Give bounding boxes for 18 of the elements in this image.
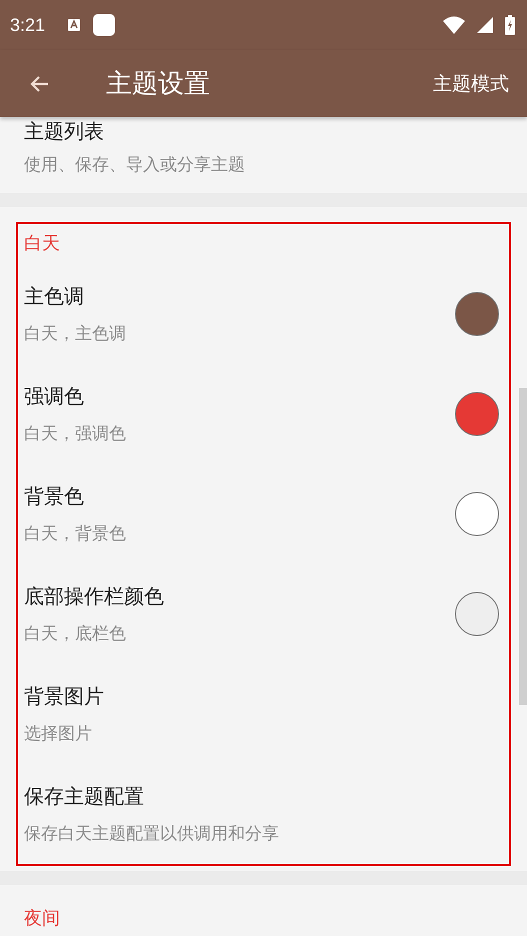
theme-mode-button[interactable]: 主题模式	[433, 66, 509, 100]
settings-item[interactable]: 背景色 白天，背景色	[24, 464, 503, 564]
scrollbar[interactable]	[519, 388, 527, 705]
section-header: 白天	[24, 232, 61, 256]
settings-item[interactable]: 背景图片 选择图片	[24, 664, 503, 764]
signal-icon	[477, 17, 493, 33]
settings-item[interactable]: 主色调 白天，主色调	[24, 264, 503, 364]
settings-item[interactable]: 强调色 白天，强调色	[24, 364, 503, 464]
settings-item[interactable]: 底部操作栏颜色 白天，底栏色	[24, 564, 503, 664]
notification-icon	[67, 18, 82, 32]
settings-item[interactable]: 主题列表 使用、保存、导入或分享主题	[0, 117, 527, 193]
app-notification-icon	[93, 14, 116, 36]
status-time: 3:21	[10, 14, 46, 36]
battery-icon	[505, 15, 515, 35]
settings-item[interactable]: 保存主题配置 保存白天主题配置以供调用和分享	[24, 764, 503, 864]
wifi-icon	[443, 16, 465, 34]
section-header: 夜间	[23, 907, 61, 931]
page-title: 主题设置	[106, 68, 210, 101]
